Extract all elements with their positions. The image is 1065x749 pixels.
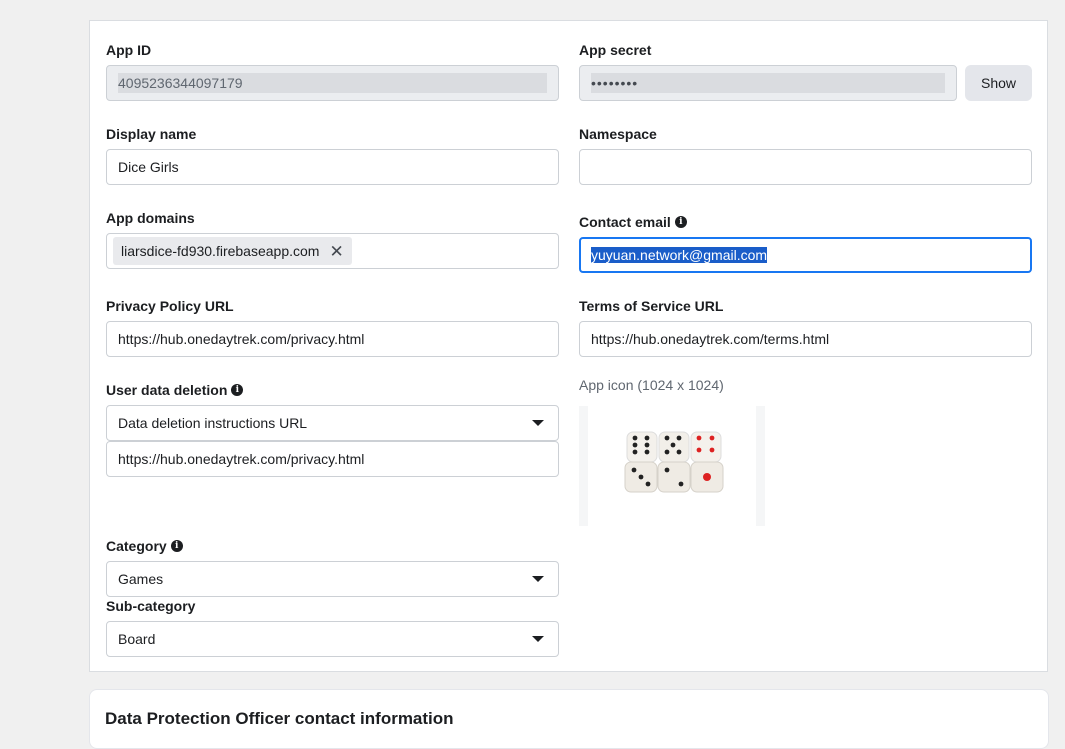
contact-email-label-text: Contact email xyxy=(579,214,671,230)
domain-chip: liarsdice-fd930.firebaseapp.com ✕ xyxy=(113,237,352,265)
namespace-input[interactable] xyxy=(579,149,1032,185)
user-data-deletion-label-text: User data deletion xyxy=(106,382,228,398)
category-label: Category i xyxy=(106,538,183,554)
app-id-field[interactable]: 4095236344097179 xyxy=(106,65,559,101)
info-icon[interactable]: i xyxy=(674,216,687,228)
dpo-title: Data Protection Officer contact informat… xyxy=(105,709,454,728)
terms-of-service-label: Terms of Service URL xyxy=(579,298,724,314)
app-id-label: App ID xyxy=(106,42,152,58)
info-icon[interactable]: i xyxy=(231,384,244,396)
category-select[interactable]: Games xyxy=(106,561,559,597)
app-domains-label: App domains xyxy=(106,210,195,226)
app-secret-field[interactable]: •••••••• xyxy=(579,65,957,101)
app-id-value: 4095236344097179 xyxy=(118,73,547,93)
category-value: Games xyxy=(118,571,164,587)
user-data-deletion-type-value: Data deletion instructions URL xyxy=(118,415,308,431)
user-data-deletion-label: User data deletion i xyxy=(106,382,244,398)
info-icon[interactable]: i xyxy=(170,540,183,552)
terms-of-service-input[interactable]: https://hub.onedaytrek.com/terms.html xyxy=(579,321,1032,357)
remove-domain-icon[interactable]: ✕ xyxy=(329,243,343,260)
privacy-policy-label: Privacy Policy URL xyxy=(106,298,234,314)
dice-image xyxy=(624,431,724,493)
domain-chip-label: liarsdice-fd930.firebaseapp.com xyxy=(121,243,320,259)
sub-category-label: Sub-category xyxy=(106,598,196,614)
display-name-input[interactable]: Dice Girls xyxy=(106,149,559,185)
app-secret-label: App secret xyxy=(579,42,652,58)
app-secret-value: •••••••• xyxy=(591,73,945,93)
category-label-text: Category xyxy=(106,538,167,554)
contact-email-label: Contact email i xyxy=(579,214,687,230)
user-data-deletion-select[interactable]: Data deletion instructions URL xyxy=(106,405,559,441)
sub-category-select[interactable]: Board xyxy=(106,621,559,657)
contact-email-input[interactable]: yuyuan.network@gmail.com xyxy=(579,237,1032,273)
chevron-down-icon xyxy=(532,420,544,426)
data-deletion-url-input[interactable]: https://hub.onedaytrek.com/privacy.html xyxy=(106,441,559,477)
privacy-policy-input[interactable]: https://hub.onedaytrek.com/privacy.html xyxy=(106,321,559,357)
dpo-card: Data Protection Officer contact informat… xyxy=(89,689,1049,749)
namespace-label: Namespace xyxy=(579,126,657,142)
chevron-down-icon xyxy=(532,576,544,582)
display-name-label: Display name xyxy=(106,126,197,142)
app-icon-upload[interactable] xyxy=(579,406,765,526)
show-secret-button[interactable]: Show xyxy=(965,65,1032,101)
app-icon-label: App icon (1024 x 1024) xyxy=(579,377,724,393)
contact-email-value: yuyuan.network@gmail.com xyxy=(591,247,768,263)
app-domains-input[interactable]: liarsdice-fd930.firebaseapp.com ✕ xyxy=(106,233,559,269)
sub-category-value: Board xyxy=(118,631,156,647)
chevron-down-icon xyxy=(532,636,544,642)
